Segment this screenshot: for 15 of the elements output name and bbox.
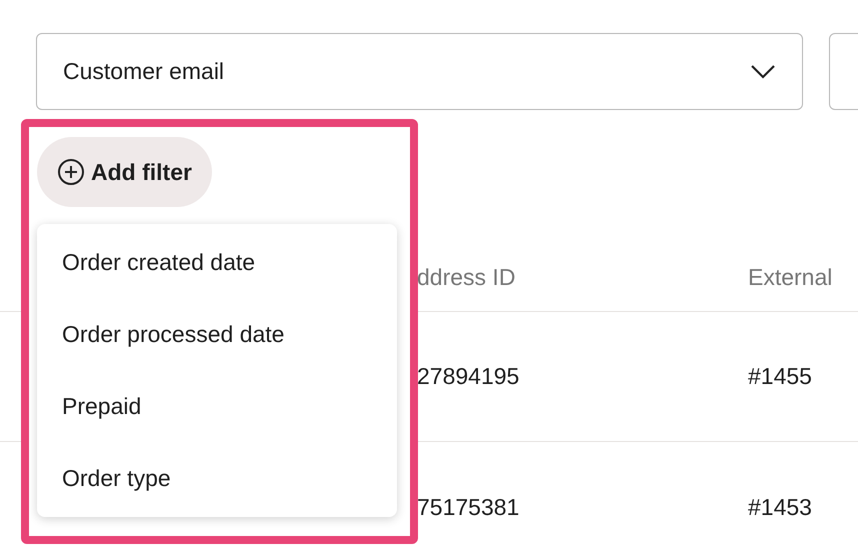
- table-cell: #1455: [748, 363, 812, 390]
- menu-item[interactable]: Prepaid: [37, 370, 397, 442]
- table-cell: 75175381: [417, 494, 520, 520]
- filter-select[interactable]: Customer email: [36, 33, 803, 110]
- table-cell: 27894195: [417, 363, 520, 390]
- column-header: External: [748, 264, 832, 290]
- menu-item[interactable]: Order type: [37, 442, 397, 514]
- menu-item[interactable]: Order created date: [37, 226, 397, 298]
- chevron-down-icon: [750, 64, 776, 80]
- add-filter-button[interactable]: Add filter: [37, 137, 212, 207]
- table-cell: #1453: [748, 494, 812, 520]
- field-value: Customer email: [63, 57, 224, 86]
- column-header: ddress ID: [417, 264, 516, 290]
- plus-circle-icon: [57, 158, 85, 186]
- menu-item[interactable]: Order processed date: [37, 298, 397, 370]
